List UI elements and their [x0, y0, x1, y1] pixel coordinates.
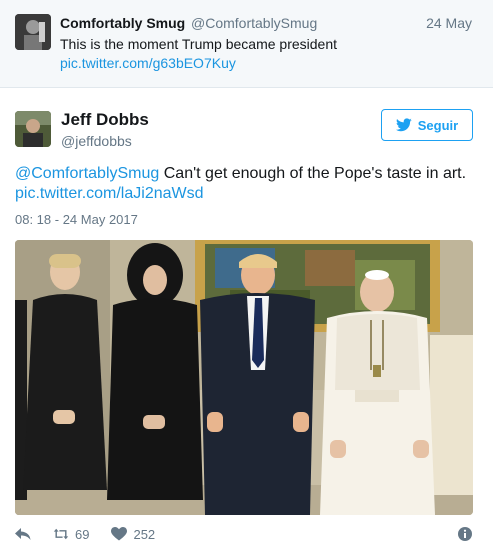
reply-icon: [15, 528, 31, 540]
twitter-bird-icon: [395, 118, 412, 132]
tweet-body-text: Can't get enough of the Pope's taste in …: [159, 165, 467, 182]
tweet-media-link[interactable]: pic.twitter.com/laJi2naWsd: [15, 185, 204, 203]
info-icon[interactable]: [457, 526, 473, 542]
avatar[interactable]: [15, 14, 51, 50]
like-count: 252: [133, 526, 156, 542]
author-handle[interactable]: @ComfortablySmug: [191, 15, 317, 31]
mention-link[interactable]: @ComfortablySmug: [15, 165, 159, 182]
tweet-date[interactable]: 24 May: [426, 15, 472, 31]
tweet-media-link[interactable]: pic.twitter.com/g63bEO7Kuy: [60, 55, 236, 71]
follow-button[interactable]: Seguir: [381, 109, 473, 141]
tweet-text: @ComfortablySmug Can't get enough of the…: [15, 163, 485, 185]
follow-label: Seguir: [417, 117, 459, 133]
author-name[interactable]: Comfortably Smug: [60, 15, 185, 31]
tweet-timestamp[interactable]: 08: 18 - 24 May 2017: [15, 212, 138, 227]
tweet-actions: 69 252: [15, 524, 473, 544]
avatar[interactable]: [15, 111, 51, 147]
reply-button[interactable]: [15, 527, 31, 541]
author-name[interactable]: Jeff Dobbs: [61, 110, 149, 130]
retweet-count: 69: [75, 526, 90, 542]
retweet-icon: [53, 528, 69, 540]
author-handle[interactable]: @jeffdobbs: [61, 133, 132, 149]
parent-tweet[interactable]: Comfortably Smug @ComfortablySmug 24 May…: [0, 0, 493, 88]
heart-icon: [111, 527, 128, 541]
like-button[interactable]: 252: [111, 527, 155, 542]
tweet-photo[interactable]: [15, 240, 473, 515]
retweet-button[interactable]: 69: [53, 527, 89, 542]
tweet-text: This is the moment Trump became presiden…: [60, 36, 338, 52]
